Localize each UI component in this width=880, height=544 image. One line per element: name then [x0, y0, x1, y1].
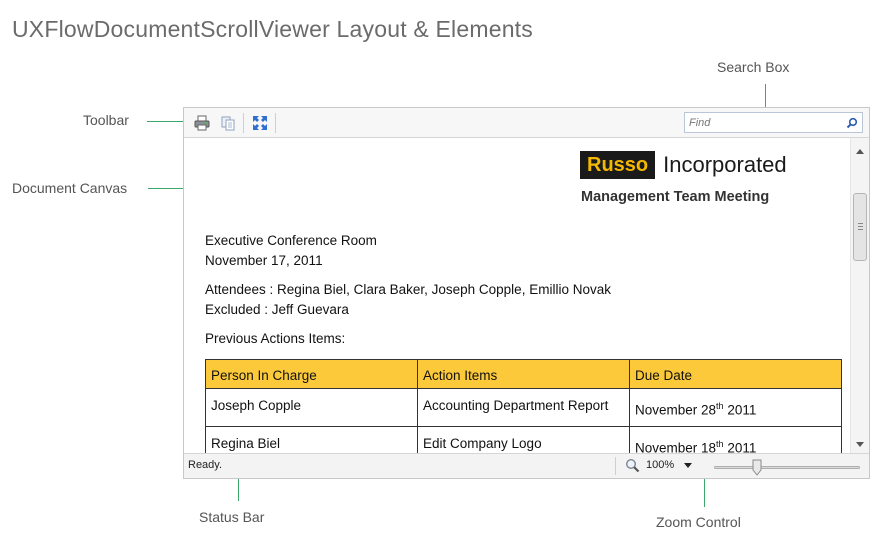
document-canvas-callout-label: Document Canvas — [12, 180, 128, 196]
date-text: November 17, 2011 — [205, 253, 323, 268]
due-date-suffix: th — [716, 401, 724, 411]
excluded-text: Excluded : Jeff Guevara — [205, 302, 349, 317]
due-date: November 28 — [635, 402, 717, 418]
copy-icon[interactable] — [219, 114, 237, 132]
toolbar-callout-label: Toolbar — [83, 112, 129, 128]
scrollbar-thumb[interactable] — [853, 193, 867, 261]
location-text: Executive Conference Room — [205, 233, 377, 248]
due-year: 2011 — [723, 402, 757, 418]
scroll-down-arrow-icon[interactable] — [855, 436, 865, 447]
table-cell-person: Regina Biel — [205, 425, 418, 455]
table-cell-due: November 28th 2011 — [629, 388, 842, 427]
print-icon[interactable] — [193, 114, 211, 132]
status-separator — [615, 457, 616, 475]
table-cell-due: November 18th 2011 — [629, 425, 842, 455]
meeting-title: Management Team Meeting — [581, 189, 770, 205]
logo-brand: Russo — [580, 151, 656, 179]
toolbar-separator — [243, 113, 244, 133]
table-cell-action: Edit Company Logo — [417, 425, 630, 455]
zoom-control-callout-label: Zoom Control — [656, 514, 741, 530]
search-box[interactable] — [684, 112, 863, 133]
vertical-scrollbar[interactable] — [850, 138, 869, 455]
grip-line — [858, 229, 863, 230]
toolbar-separator — [275, 113, 276, 133]
search-icon[interactable] — [846, 116, 858, 129]
table-row: Joseph Copple Accounting Department Repo… — [205, 388, 842, 427]
action-items-table: Person In Charge Action Items Due Date J… — [205, 359, 842, 455]
logo-text: Incorporated — [663, 152, 787, 177]
status-bar-callout-label: Status Bar — [199, 509, 265, 525]
previous-actions-heading: Previous Actions Items: — [205, 331, 346, 346]
search-input[interactable] — [689, 115, 839, 130]
table-header-cell: Person In Charge — [205, 359, 418, 389]
attendees-text: Attendees : Regina Biel, Clara Baker, Jo… — [205, 282, 611, 297]
zoom-dropdown-icon[interactable] — [684, 463, 692, 468]
status-bar: Ready. 100% — [184, 453, 869, 478]
document-canvas[interactable]: Russo Incorporated Management Team Meeti… — [184, 138, 851, 455]
table-cell-person: Joseph Copple — [205, 388, 418, 427]
scroll-up-arrow-icon[interactable] — [855, 144, 865, 154]
table-header-cell: Action Items — [417, 359, 630, 389]
search-box-callout-label: Search Box — [717, 59, 790, 75]
grip-line — [858, 226, 863, 227]
due-date-suffix: th — [716, 438, 724, 449]
table-header-row: Person In Charge Action Items Due Date — [205, 359, 842, 389]
grip-line — [858, 223, 863, 224]
toolbar — [184, 108, 869, 138]
fit-to-window-icon[interactable] — [251, 114, 269, 132]
company-logo: Russo Incorporated — [580, 150, 787, 180]
zoom-slider-thumb[interactable] — [752, 459, 762, 476]
toolbar-callout-line — [147, 121, 185, 122]
flow-document-scroll-viewer: Russo Incorporated Management Team Meeti… — [183, 107, 870, 479]
table-cell-action: Accounting Department Report — [417, 388, 630, 427]
zoom-value[interactable]: 100% — [646, 459, 674, 471]
status-text: Ready. — [188, 459, 223, 471]
table-row: Regina Biel Edit Company Logo November 1… — [205, 425, 842, 455]
magnifier-icon — [625, 458, 640, 473]
page-title: UXFlowDocumentScrollViewer Layout & Elem… — [12, 16, 533, 42]
zoom-slider-track[interactable] — [714, 466, 860, 469]
table-header-cell: Due Date — [629, 359, 842, 389]
